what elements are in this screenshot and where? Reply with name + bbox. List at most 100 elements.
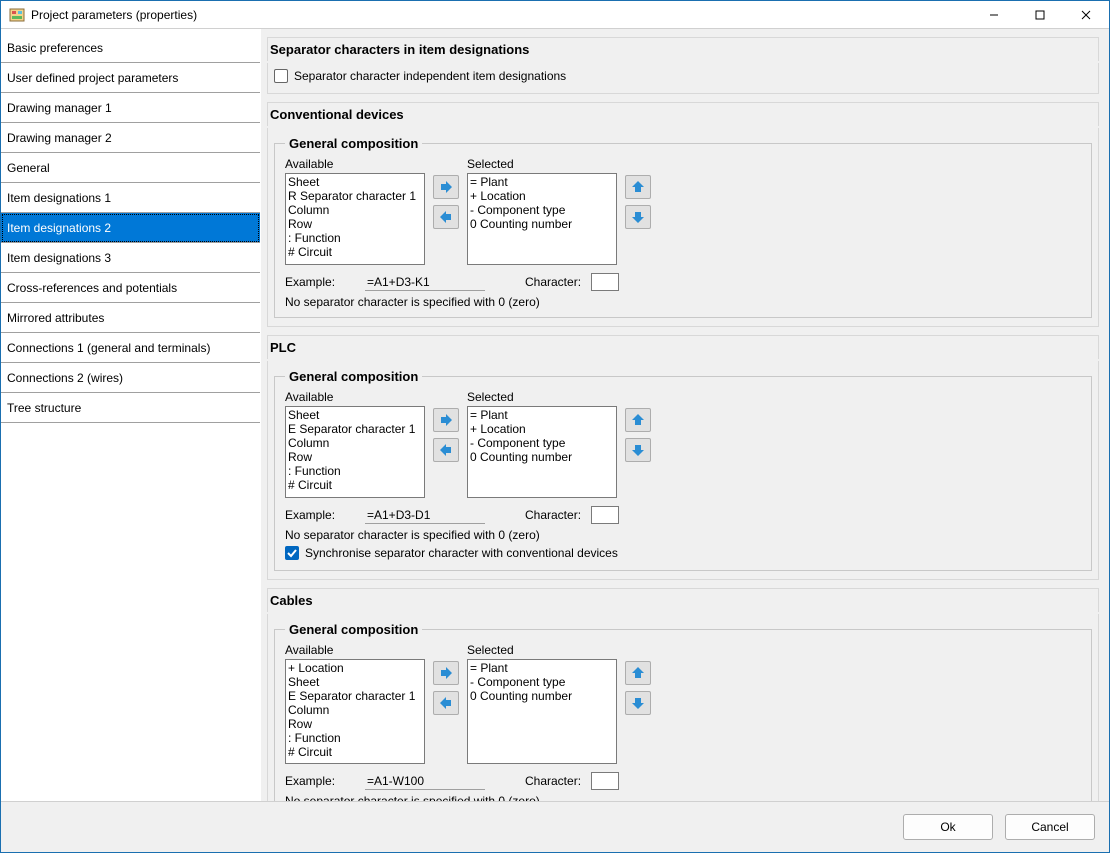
cables-available-list[interactable]: + LocationSheetE Separator character 1Co… xyxy=(285,659,425,764)
selected-label: Selected xyxy=(467,643,617,657)
list-item[interactable]: = Plant xyxy=(470,661,614,675)
conventional-available-list[interactable]: SheetR Separator character 1ColumnRow: F… xyxy=(285,173,425,265)
close-button[interactable] xyxy=(1063,1,1109,28)
list-item[interactable]: + Location xyxy=(470,189,614,203)
plc-selected-list[interactable]: = Plant+ Location- Component type0 Count… xyxy=(467,406,617,498)
list-item[interactable]: E Separator character 1 xyxy=(288,422,422,436)
sidebar-item[interactable]: Connections 2 (wires) xyxy=(1,363,260,393)
character-label: Character: xyxy=(525,508,581,522)
zero-hint: No separator character is specified with… xyxy=(285,295,1081,309)
selected-label: Selected xyxy=(467,157,617,171)
list-item[interactable]: + Location xyxy=(288,661,422,675)
list-item[interactable]: 0 Counting number xyxy=(470,689,614,703)
available-label: Available xyxy=(285,157,425,171)
independent-designations-label: Separator character independent item des… xyxy=(294,69,566,83)
list-item[interactable]: R Separator character 1 xyxy=(288,189,422,203)
list-item[interactable]: Row xyxy=(288,717,422,731)
move-left-button[interactable] xyxy=(433,205,459,229)
plc-sync-checkbox[interactable] xyxy=(285,546,299,560)
list-item[interactable]: E Separator character 1 xyxy=(288,689,422,703)
section-conventional-heading: Conventional devices xyxy=(267,102,1099,126)
cancel-button[interactable]: Cancel xyxy=(1005,814,1095,840)
zero-hint: No separator character is specified with… xyxy=(285,794,1081,801)
move-left-button[interactable] xyxy=(433,691,459,715)
window-controls xyxy=(971,1,1109,28)
example-label: Example: xyxy=(285,275,355,289)
conventional-example-field xyxy=(365,274,485,291)
sidebar-item[interactable]: User defined project parameters xyxy=(1,63,260,93)
section-separators-heading: Separator characters in item designation… xyxy=(267,37,1099,61)
sidebar-item[interactable]: Drawing manager 2 xyxy=(1,123,260,153)
list-item[interactable]: : Function xyxy=(288,731,422,745)
app-icon xyxy=(9,7,25,23)
list-item[interactable]: - Component type xyxy=(470,675,614,689)
move-left-button[interactable] xyxy=(433,438,459,462)
sidebar-item[interactable]: Connections 1 (general and terminals) xyxy=(1,333,260,363)
cables-character-input[interactable] xyxy=(591,772,619,790)
ok-button[interactable]: Ok xyxy=(903,814,993,840)
conventional-character-input[interactable] xyxy=(591,273,619,291)
cables-example-field xyxy=(365,773,485,790)
plc-available-list[interactable]: SheetE Separator character 1ColumnRow: F… xyxy=(285,406,425,498)
list-item[interactable]: 0 Counting number xyxy=(470,217,614,231)
titlebar: Project parameters (properties) xyxy=(1,1,1109,29)
sidebar-item[interactable]: Drawing manager 1 xyxy=(1,93,260,123)
sidebar-item[interactable]: Item designations 1 xyxy=(1,183,260,213)
selected-label: Selected xyxy=(467,390,617,404)
list-item[interactable]: + Location xyxy=(470,422,614,436)
plc-character-input[interactable] xyxy=(591,506,619,524)
zero-hint: No separator character is specified with… xyxy=(285,528,1081,542)
move-right-button[interactable] xyxy=(433,661,459,685)
list-item[interactable]: # Circuit xyxy=(288,478,422,492)
window-title: Project parameters (properties) xyxy=(31,8,197,22)
content-area: Separator characters in item designation… xyxy=(261,29,1109,801)
conventional-selected-list[interactable]: = Plant+ Location- Component type0 Count… xyxy=(467,173,617,265)
dialog-button-bar: Ok Cancel xyxy=(1,801,1109,852)
list-item[interactable]: Sheet xyxy=(288,408,422,422)
list-item[interactable]: # Circuit xyxy=(288,245,422,259)
list-item[interactable]: Row xyxy=(288,217,422,231)
cables-group: General composition Available + Location… xyxy=(274,622,1092,801)
cables-selected-list[interactable]: = Plant- Component type0 Counting number xyxy=(467,659,617,764)
list-item[interactable]: Row xyxy=(288,450,422,464)
move-down-button[interactable] xyxy=(625,691,651,715)
window: Project parameters (properties) Basic pr… xyxy=(0,0,1110,853)
sidebar-item[interactable]: Cross-references and potentials xyxy=(1,273,260,303)
sidebar-item[interactable]: Item designations 2 xyxy=(1,213,260,243)
sidebar-item[interactable]: Mirrored attributes xyxy=(1,303,260,333)
sidebar-item[interactable]: Tree structure xyxy=(1,393,260,423)
minimize-button[interactable] xyxy=(971,1,1017,28)
example-label: Example: xyxy=(285,774,355,788)
sidebar-item[interactable]: General xyxy=(1,153,260,183)
list-item[interactable]: = Plant xyxy=(470,175,614,189)
move-down-button[interactable] xyxy=(625,205,651,229)
list-item[interactable]: 0 Counting number xyxy=(470,450,614,464)
list-item[interactable]: Sheet xyxy=(288,175,422,189)
move-right-button[interactable] xyxy=(433,175,459,199)
independent-designations-checkbox[interactable] xyxy=(274,69,288,83)
list-item[interactable]: = Plant xyxy=(470,408,614,422)
list-item[interactable]: Column xyxy=(288,203,422,217)
list-item[interactable]: # Circuit xyxy=(288,745,422,759)
character-label: Character: xyxy=(525,275,581,289)
plc-example-field xyxy=(365,507,485,524)
available-label: Available xyxy=(285,643,425,657)
move-up-button[interactable] xyxy=(625,408,651,432)
list-item[interactable]: Column xyxy=(288,703,422,717)
move-right-button[interactable] xyxy=(433,408,459,432)
maximize-button[interactable] xyxy=(1017,1,1063,28)
available-label: Available xyxy=(285,390,425,404)
move-up-button[interactable] xyxy=(625,175,651,199)
move-up-button[interactable] xyxy=(625,661,651,685)
list-item[interactable]: : Function xyxy=(288,464,422,478)
sidebar-item[interactable]: Basic preferences xyxy=(1,33,260,63)
list-item[interactable]: - Component type xyxy=(470,436,614,450)
list-item[interactable]: : Function xyxy=(288,231,422,245)
move-down-button[interactable] xyxy=(625,438,651,462)
group-legend: General composition xyxy=(285,369,422,384)
list-item[interactable]: Sheet xyxy=(288,675,422,689)
list-item[interactable]: - Component type xyxy=(470,203,614,217)
list-item[interactable]: Column xyxy=(288,436,422,450)
sidebar: Basic preferencesUser defined project pa… xyxy=(1,29,261,801)
sidebar-item[interactable]: Item designations 3 xyxy=(1,243,260,273)
